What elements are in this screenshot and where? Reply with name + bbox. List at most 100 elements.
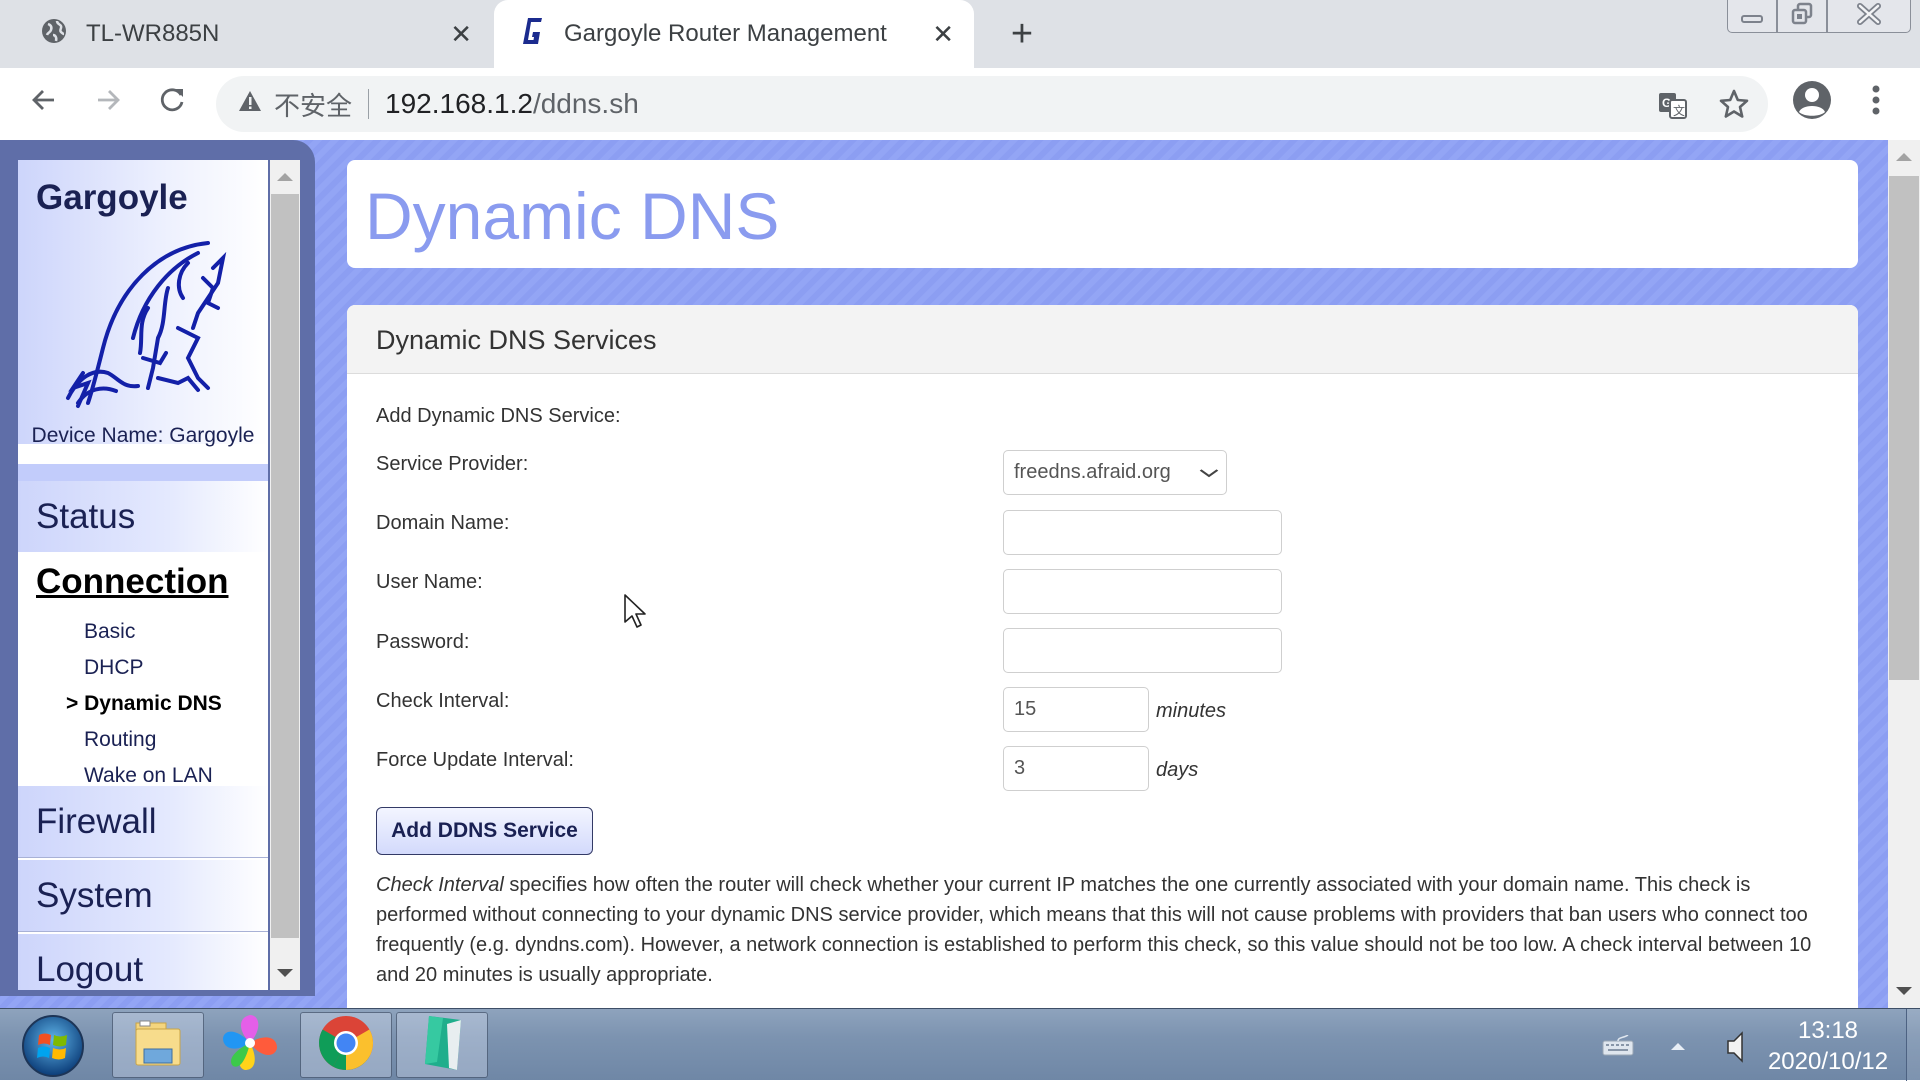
pinwheel-app-icon xyxy=(219,1012,281,1079)
security-label[interactable]: 不安全 xyxy=(274,86,352,123)
section-title: Dynamic DNS Services xyxy=(376,325,657,355)
back-button[interactable] xyxy=(22,82,66,126)
check-interval-unit: minutes xyxy=(1156,700,1227,722)
url-path: /ddns.sh xyxy=(532,88,639,119)
bookmark-star-icon[interactable] xyxy=(1718,88,1750,125)
nav-sub-basic[interactable]: Basic xyxy=(84,620,135,644)
url-host: 192.168.1.2 xyxy=(385,88,533,119)
add-ddns-service-button[interactable]: Add DDNS Service xyxy=(376,807,593,855)
back-icon xyxy=(30,86,58,122)
profile-button[interactable] xyxy=(1790,80,1834,128)
address-separator xyxy=(368,89,370,119)
close-window-icon xyxy=(1856,2,1882,30)
force-update-interval-label: Force Update Interval: xyxy=(376,749,574,771)
page-title: Dynamic DNS xyxy=(365,179,780,253)
force-update-interval-unit: days xyxy=(1156,759,1199,781)
nav-system-label: System xyxy=(36,875,153,915)
nav-system[interactable]: System xyxy=(18,860,268,932)
check-interval-label: Check Interval: xyxy=(376,690,510,712)
forward-button[interactable] xyxy=(86,82,130,126)
close-window-button[interactable] xyxy=(1827,0,1911,33)
menu-kebab-icon xyxy=(1871,84,1881,124)
profile-icon xyxy=(1792,80,1832,128)
nav-connection-section: Connection Basic DHCP > Dynamic DNS Rout… xyxy=(18,552,268,795)
globe-icon xyxy=(40,17,68,52)
page-scroll-down-icon[interactable] xyxy=(1896,987,1912,995)
tab-title: TL-WR885N xyxy=(86,20,220,47)
translate-icon[interactable]: G文 xyxy=(1658,90,1688,125)
help-term: Check Interval xyxy=(376,874,504,896)
brand-divider xyxy=(18,464,268,481)
nav-sub-wake-on-lan[interactable]: Wake on LAN xyxy=(84,764,213,788)
notepad-app-icon xyxy=(417,1014,467,1077)
forward-icon xyxy=(94,86,122,122)
nav-firewall[interactable]: Firewall xyxy=(18,786,268,858)
warning-triangle-icon xyxy=(238,90,262,118)
page-scroll-up-icon[interactable] xyxy=(1896,153,1912,161)
svg-text:文: 文 xyxy=(1673,103,1685,118)
taskbar-pinwheel-app[interactable] xyxy=(204,1012,296,1078)
url-text[interactable]: 192.168.1.2/ddns.sh xyxy=(385,88,639,120)
restore-icon xyxy=(1790,2,1814,31)
address-bar[interactable]: 不安全 192.168.1.2/ddns.sh G文 xyxy=(216,76,1768,132)
taskbar-file-explorer[interactable] xyxy=(112,1012,204,1078)
check-interval-input[interactable]: 15 xyxy=(1003,687,1149,732)
nav-connection[interactable]: Connection xyxy=(36,562,228,602)
taskbar: 13:18 2020/10/12 xyxy=(0,1008,1920,1081)
nav-logout-label: Logout xyxy=(36,950,144,989)
service-provider-label: Service Provider: xyxy=(376,453,529,475)
nav-logout[interactable]: Logout xyxy=(18,934,268,990)
close-tab-icon[interactable]: ✕ xyxy=(450,19,472,50)
domain-name-label: Domain Name: xyxy=(376,512,510,534)
clock-time: 13:18 xyxy=(1797,1017,1859,1044)
browser-menu-button[interactable] xyxy=(1854,82,1898,126)
sidebar-scrollbar[interactable] xyxy=(270,160,300,990)
domain-name-input[interactable] xyxy=(1003,510,1282,555)
restore-button[interactable] xyxy=(1777,0,1827,33)
page-viewport: Gargoyle Device Name: Gargoyle Status Co… xyxy=(0,140,1920,1008)
nav-sub-dhcp[interactable]: DHCP xyxy=(84,656,144,680)
brand-title: Gargoyle xyxy=(36,178,188,217)
service-provider-value: freedns.afraid.org xyxy=(1014,461,1171,483)
sidebar-panel: Gargoyle Device Name: Gargoyle Status Co… xyxy=(18,160,268,990)
service-provider-select[interactable]: freedns.afraid.org xyxy=(1003,450,1227,495)
page-scrollbar[interactable] xyxy=(1888,140,1920,1008)
start-button[interactable] xyxy=(20,1013,86,1079)
chrome-icon xyxy=(317,1014,375,1077)
system-clock[interactable]: 13:18 2020/10/12 xyxy=(1758,1015,1898,1077)
tab-title: Gargoyle Router Management xyxy=(564,20,887,47)
tab-strip: TL-WR885N ✕ Gargoyle Router Management ✕… xyxy=(0,0,1920,68)
nav-sub-dynamic-dns[interactable]: > Dynamic DNS xyxy=(66,692,222,716)
device-name: Device Name: Gargoyle xyxy=(31,424,255,447)
password-input[interactable] xyxy=(1003,628,1282,673)
nav-firewall-label: Firewall xyxy=(36,801,157,841)
reload-icon xyxy=(157,85,187,123)
page-header: Dynamic DNS xyxy=(347,160,1858,268)
windows-start-orb-icon xyxy=(20,1015,86,1083)
force-update-interval-input[interactable]: 3 xyxy=(1003,746,1149,791)
brand-block: Gargoyle Device Name: Gargoyle xyxy=(18,160,268,447)
tab-gargoyle-router-management[interactable]: Gargoyle Router Management ✕ xyxy=(494,0,974,68)
show-desktop-button[interactable] xyxy=(1906,1009,1920,1081)
scroll-down-arrow-icon[interactable] xyxy=(277,969,293,977)
scroll-up-arrow-icon[interactable] xyxy=(277,173,293,181)
address-toolbar: 不安全 192.168.1.2/ddns.sh G文 xyxy=(0,68,1920,140)
close-tab-icon[interactable]: ✕ xyxy=(932,19,954,50)
gargoyle-logo-icon xyxy=(48,228,238,413)
sidebar-scroll-thumb[interactable] xyxy=(271,194,299,938)
taskbar-notepad-app[interactable] xyxy=(396,1012,488,1078)
tab-tl-wr885n[interactable]: TL-WR885N ✕ xyxy=(0,0,492,68)
nav-sub-routing[interactable]: Routing xyxy=(84,728,156,752)
show-hidden-icons-button[interactable] xyxy=(1671,1043,1685,1050)
nav-status[interactable]: Status xyxy=(18,481,268,553)
keyboard-layout-icon[interactable] xyxy=(1602,1034,1634,1062)
minimize-button[interactable] xyxy=(1727,0,1777,33)
reload-button[interactable] xyxy=(150,82,194,126)
volume-icon[interactable] xyxy=(1726,1031,1746,1068)
taskbar-chrome[interactable] xyxy=(300,1012,392,1078)
password-label: Password: xyxy=(376,631,470,653)
page-scroll-thumb[interactable] xyxy=(1889,176,1919,680)
new-tab-button[interactable]: + xyxy=(1000,12,1044,56)
section-header: Dynamic DNS Services xyxy=(347,305,1858,374)
user-name-input[interactable] xyxy=(1003,569,1282,614)
